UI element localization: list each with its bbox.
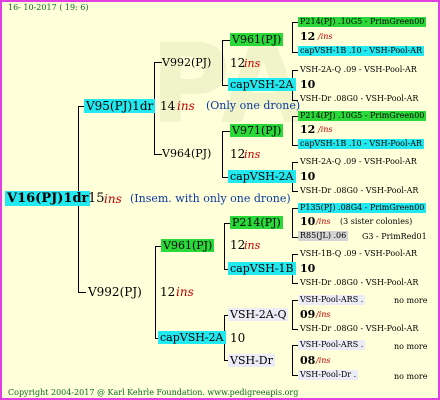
lower-a-number: 12 <box>230 238 246 252</box>
lower-b-bot-l1: VSH-Pool-ARS . <box>298 340 366 350</box>
lower-b-bot-label[interactable]: VSH-Dr <box>228 354 275 367</box>
lower-b-label[interactable]: capVSH-2A <box>158 331 226 344</box>
lower-b-top-l1: VSH-Pool-ARS . <box>298 295 366 305</box>
upper-b-top-l1: P214(PJ) .10G5 - PrimGreen00 <box>298 111 427 121</box>
lower-a-bot-l3: VSH-Dr .08G0 - VSH-Pool-AR <box>300 278 419 287</box>
upper-b-label[interactable]: V964(PJ) <box>162 148 211 159</box>
root-ins: ins <box>104 192 122 206</box>
lower-b-top-label[interactable]: VSH-2A-Q <box>228 308 289 321</box>
lower-a-top-label[interactable]: P214(PJ) <box>230 216 283 229</box>
lower-b-number: 10 <box>230 331 246 345</box>
lower-a-bot-l1: VSH-1B-Q .09 - VSH-Pool-AR <box>300 249 418 258</box>
upper-b-ins: ins <box>244 148 261 161</box>
upper-a-label[interactable]: V992(PJ) <box>162 57 211 68</box>
upper-note: (Only one drone) <box>206 99 301 112</box>
lower-b-bot-l3b: no more <box>394 372 428 381</box>
upper-a-number: 12 <box>230 56 246 70</box>
lower-a-top-l3a: R85(JL) .06 <box>298 231 349 241</box>
upper-parent[interactable]: V95(PJ)1dr <box>84 99 156 113</box>
lower-ins: ins <box>176 285 194 299</box>
lower-a-label[interactable]: V961(PJ) <box>161 239 215 252</box>
lower-a-top-l1: P135(PJ) .08G4 - PrimGreen00 <box>298 203 427 213</box>
upper-a-bot-n: 10 <box>300 78 316 91</box>
lower-b-top-num: 09 <box>300 308 316 321</box>
lower-b-bot-ins: /ins <box>316 356 331 365</box>
upper-b-bot-n: 10 <box>300 170 316 183</box>
upper-a-ins: ins <box>244 57 261 70</box>
lower-b-bot-l3: VSH-Pool-Dr . <box>298 370 359 380</box>
upper-b-top-l3: capVSH-1B .10 - VSH-Pool-AR <box>298 139 425 149</box>
lower-b-top-l1b: no more <box>394 296 428 305</box>
footer-copyright: Copyright 2004-2017 @ Karl Kehrle Founda… <box>8 388 299 397</box>
lower-a-top-l3b: G3 - PrimRed01 <box>362 232 427 241</box>
upper-a-top-n: 12 <box>300 30 316 43</box>
lower-a-top-note: (3 sister colonies) <box>340 217 413 226</box>
upper-b-number: 12 <box>230 147 246 161</box>
lower-a-bot-label[interactable]: capVSH-1B <box>228 262 296 275</box>
lower-b-top-l3: VSH-Dr .08G0 - VSH-Pool-AR <box>300 324 419 333</box>
upper-b-bot-l3: VSH-Dr .08G0 - VSH-Pool-AR <box>300 186 419 195</box>
upper-ins: ins <box>177 99 195 113</box>
upper-b-bot-l1: VSH-2A-Q .09 - VSH-Pool-AR <box>300 157 417 166</box>
root-number: 15 <box>88 191 105 206</box>
lower-b-bot-num: 08 <box>300 354 316 367</box>
upper-a-bot-l3: VSH-Dr .08G0 - VSH-Pool-AR <box>300 94 419 103</box>
upper-a-bot-label[interactable]: capVSH-2A <box>228 78 296 91</box>
upper-a-top-l1: P214(PJ) .10G5 - PrimGreen00 <box>298 17 427 27</box>
lower-number: 12 <box>160 285 176 299</box>
lower-a-top-n: 10 <box>300 215 316 228</box>
root-queen[interactable]: V16(PJ)1dr <box>5 191 91 206</box>
lower-parent[interactable]: V992(PJ) <box>88 286 142 298</box>
upper-number: 14 <box>160 99 176 113</box>
upper-a-top-l3: capVSH-1B .10 - VSH-Pool-AR <box>298 46 425 56</box>
upper-b-bot-label[interactable]: capVSH-2A <box>228 170 296 183</box>
upper-b-top-label[interactable]: V971(PJ) <box>230 124 284 137</box>
lower-b-bot-l1b: no more <box>394 342 428 351</box>
upper-b-top-ins: /ins <box>318 125 333 134</box>
header-date: 16- 10-2017 ( 19: 6) <box>8 3 89 12</box>
root-note: (Insem. with only one drone) <box>130 192 291 205</box>
lower-a-top-ins: /ins <box>316 217 331 226</box>
lower-a-ins: ins <box>244 239 261 252</box>
upper-b-top-n: 12 <box>300 123 316 136</box>
lower-b-top-ins: /ins <box>316 310 331 319</box>
lower-a-bot-n: 10 <box>300 262 316 275</box>
upper-a-bot-l1: VSH-2A-Q .09 - VSH-Pool-AR <box>300 65 417 74</box>
upper-a-top-label[interactable]: V961(PJ) <box>230 33 284 46</box>
upper-a-top-ins: /ins <box>318 32 333 41</box>
